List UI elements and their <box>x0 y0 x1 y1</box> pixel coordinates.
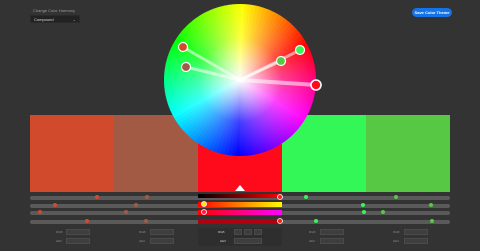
wheel-handle-4[interactable] <box>294 44 306 56</box>
wheel-handle-2[interactable] <box>180 61 192 73</box>
color-wheel[interactable] <box>0 0 480 251</box>
wheel-handle-3[interactable] <box>310 79 322 91</box>
wheel-handle-1[interactable] <box>177 41 189 53</box>
wheel-handle-5[interactable] <box>275 55 287 67</box>
